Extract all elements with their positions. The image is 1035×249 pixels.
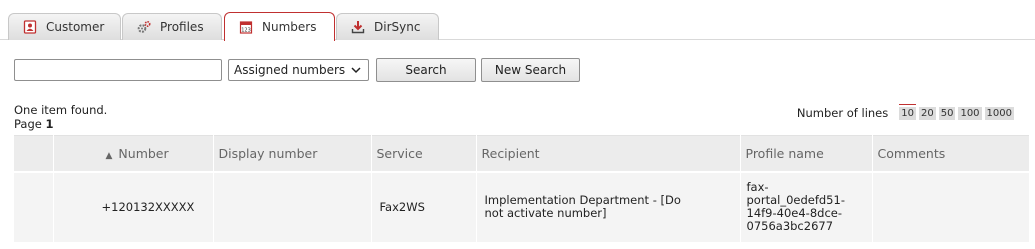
tab-bar: Customer Profiles 123 Numbers DirSync: [0, 0, 1035, 41]
column-header-recipient[interactable]: Recipient: [476, 135, 741, 172]
cell-service: Fax2WS: [371, 170, 477, 242]
cell-profile-name: fax-portal_0edefd51-14f9-40e4-8dce-0756a…: [740, 170, 873, 242]
cell-display-number: [213, 170, 372, 242]
column-header-number-label: Number: [118, 145, 169, 161]
lines-per-page: Number of lines 10 20 50 100 1000: [796, 103, 1014, 120]
lines-option-20[interactable]: 20: [918, 106, 936, 120]
chevron-down-icon: [351, 67, 361, 74]
cell-number: +120132XXXXX: [53, 170, 214, 242]
download-icon: [351, 21, 365, 34]
new-search-button[interactable]: New Search: [481, 58, 580, 82]
column-header-display-number[interactable]: Display number: [213, 135, 372, 172]
column-header-number[interactable]: ▲ Number: [53, 135, 214, 172]
lines-option-100[interactable]: 100: [958, 106, 982, 120]
page-label: Page: [14, 117, 42, 131]
customer-icon: [23, 20, 37, 34]
search-button[interactable]: Search: [376, 58, 476, 82]
filter-select[interactable]: Assigned numbers: [228, 59, 369, 81]
table-row[interactable]: +120132XXXXX Fax2WS Implementation Depar…: [14, 170, 1030, 242]
cell-recipient: Implementation Department - [Do not acti…: [476, 170, 741, 242]
tab-profiles-label: Profiles: [160, 20, 204, 34]
tab-dirsync[interactable]: DirSync: [336, 13, 439, 40]
tab-dirsync-label: DirSync: [374, 20, 421, 34]
sort-ascending-icon: ▲: [105, 150, 113, 161]
search-input[interactable]: [14, 59, 222, 81]
column-header-comments[interactable]: Comments: [872, 135, 1030, 172]
tab-customer-label: Customer: [46, 20, 105, 34]
lines-option-1000[interactable]: 1000: [984, 106, 1014, 120]
table-header-row: ▲ Number Display number Service Recipient…: [14, 135, 1030, 172]
column-header-select: [14, 135, 54, 172]
tab-numbers[interactable]: 123 Numbers: [224, 12, 335, 41]
tab-numbers-label: Numbers: [262, 20, 317, 34]
result-count: One item found.: [14, 103, 108, 117]
svg-text:123: 123: [241, 27, 251, 33]
tab-profiles[interactable]: Profiles: [122, 13, 222, 40]
tab-customer[interactable]: Customer: [8, 13, 121, 40]
gears-icon: [137, 20, 151, 33]
lines-label: Number of lines: [796, 106, 889, 120]
lines-option-10[interactable]: 10: [899, 103, 916, 120]
column-header-profile-name[interactable]: Profile name: [740, 135, 873, 172]
page-indicator: Page 1: [14, 117, 107, 131]
result-info: One item found. Page 1: [14, 103, 107, 131]
numbers-table: ▲ Number Display number Service Recipient…: [14, 135, 1030, 242]
cell-comments: [872, 170, 1030, 242]
row-select-cell[interactable]: [14, 170, 54, 242]
column-header-service[interactable]: Service: [371, 135, 477, 172]
filter-select-value: Assigned numbers: [234, 63, 346, 77]
page-number: 1: [45, 117, 54, 131]
lines-option-50[interactable]: 50: [938, 106, 956, 120]
calendar-icon: 123: [239, 21, 253, 34]
